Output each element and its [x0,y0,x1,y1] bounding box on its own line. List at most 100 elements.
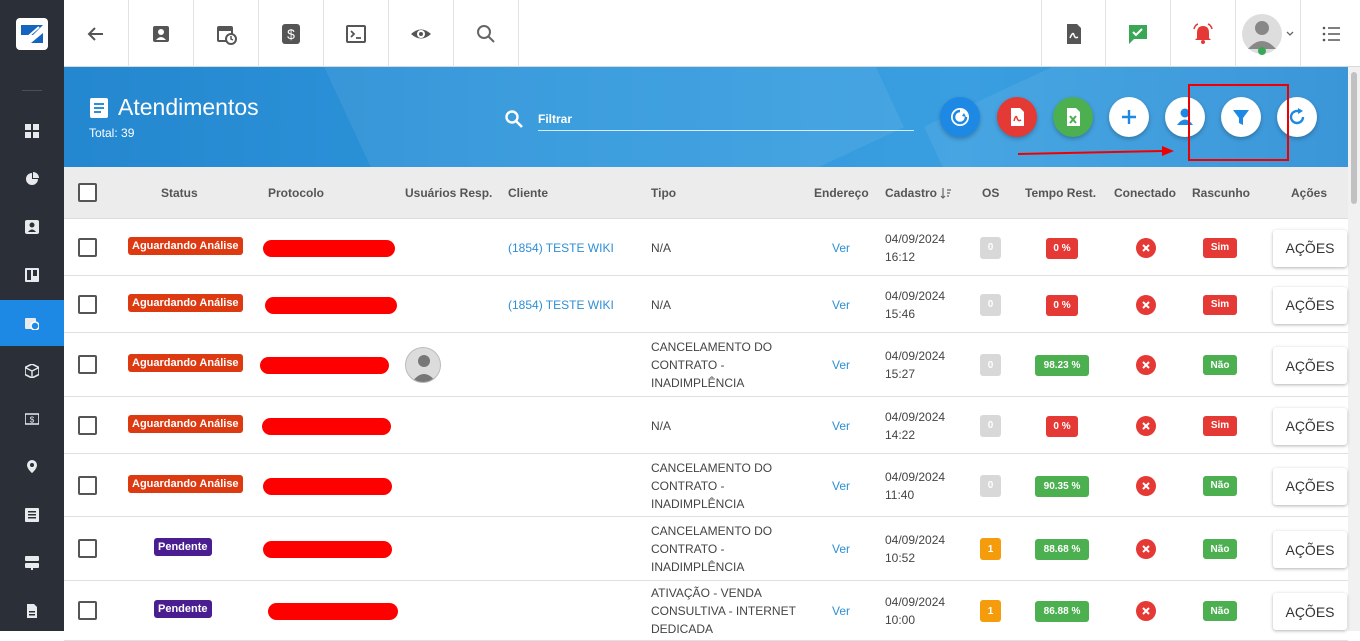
scrollbar-thumb[interactable] [1351,72,1357,204]
column-endereco[interactable]: Endereço [814,186,869,200]
row-checkbox[interactable] [78,475,97,495]
disconnected-icon [1136,475,1156,496]
column-conectado[interactable]: Conectado [1114,186,1176,200]
sidebar-item-products[interactable] [0,348,64,394]
sidebar-item-map[interactable] [0,444,64,490]
actions-button[interactable]: AÇÕES [1273,286,1347,324]
column-tempo-rest[interactable]: Tempo Rest. [1025,186,1096,200]
pdf-button[interactable] [1041,0,1106,67]
sidebar-item-files[interactable] [0,588,64,634]
created-time: 14:22 [885,427,916,442]
eye-icon [411,29,431,38]
sidebar-item-finance[interactable]: $ [0,396,64,442]
column-rascunho[interactable]: Rascunho [1192,186,1250,200]
row-checkbox[interactable] [78,539,97,558]
address-link[interactable]: Ver [832,296,850,314]
notifications-button[interactable] [1171,0,1236,67]
tipo-text: CANCELAMENTO DO [651,460,773,475]
tipo-text: INADIMPLÊNCIA [651,376,745,390]
address-link[interactable]: Ver [832,602,850,620]
table-row[interactable]: Pendente ATIVAÇÃO - VENDA CONSULTIVA - INT… [64,581,1348,641]
sidebar-item-reports[interactable] [0,156,64,202]
sidebar-item-board[interactable] [0,252,64,298]
sidebar-item-dashboard[interactable] [0,108,64,154]
table-row[interactable]: Pendente CANCELAMENTO DO CONTRATO - INADIMP… [64,517,1348,581]
table-row[interactable]: Aguardando Análise (1854) TESTE WIKI N/A Ve… [64,276,1348,333]
client-link[interactable]: (1854) TESTE WIKI [508,239,614,257]
tipo-text: CONTRATO - [651,542,725,556]
row-checkbox[interactable] [78,355,97,374]
schedule-button[interactable] [194,0,259,67]
row-checkbox[interactable] [78,415,97,435]
chat-check-icon [1129,24,1147,44]
column-protocolo[interactable]: Protocolo [268,186,324,200]
sidebar-item-atendimentos[interactable] [0,300,64,346]
column-tipo[interactable]: Tipo [651,186,676,200]
time-remaining-badge: 0 % [1046,294,1078,316]
actions-button[interactable]: AÇÕES [1273,229,1347,267]
sidebar-item-documents[interactable] [0,492,64,538]
row-checkbox[interactable] [78,294,97,314]
address-link[interactable]: Ver [832,239,850,257]
table-row[interactable]: Aguardando Análise N/A Ver 04/09/2024 14:22 0… [64,397,1348,454]
sync-button[interactable] [940,97,980,137]
filter-field [504,107,914,133]
sidebar-item-clients[interactable] [0,204,64,250]
back-button[interactable] [64,0,129,67]
table-row[interactable]: Aguardando Análise CANCELAMENTO DO CONTRAT… [64,454,1348,517]
client-link[interactable]: (1854) TESTE WIKI [508,296,614,314]
tipo-text: INADIMPLÊNCIA [651,496,745,511]
messages-button[interactable] [1106,0,1171,67]
clients-button[interactable] [129,0,194,67]
actions-button[interactable]: AÇÕES [1273,347,1347,384]
terminal-button[interactable] [324,0,389,67]
address-link[interactable]: Ver [832,540,850,558]
tipo-text: N/A [651,418,672,433]
menu-button[interactable] [1301,0,1360,67]
redacted-protocol [262,417,391,435]
view-button[interactable] [389,0,454,67]
export-excel-button[interactable] [1053,97,1093,137]
status-badge: Aguardando Análise [128,414,243,433]
column-cliente[interactable]: Cliente [508,186,548,200]
table-row[interactable]: Aguardando Análise CANCELAMENTO DO CONTRAT… [64,333,1348,397]
created-date: 04/09/2024 [885,595,946,609]
app-logo[interactable] [0,0,64,67]
row-checkbox[interactable] [78,237,97,257]
sidebar-item-network[interactable] [0,540,64,586]
page-title-text: Atendimentos [118,94,259,120]
column-acoes[interactable]: Ações [1291,186,1327,200]
table-row[interactable]: Aguardando Análise (1854) TESTE WIKI N/A Ve… [64,219,1348,276]
terminal-icon [346,24,366,43]
search-button[interactable] [454,0,519,67]
actions-button[interactable]: AÇÕES [1273,593,1347,630]
column-os[interactable]: OS [982,186,999,200]
os-count-badge: 0 [980,354,1001,376]
logo-icon [16,17,48,50]
column-cadastro[interactable]: Cadastro [885,186,952,200]
row-checkbox[interactable] [78,601,97,620]
tipo-text: CONTRATO - [651,478,725,493]
user-menu-button[interactable] [1236,0,1301,67]
address-link[interactable]: Ver [832,477,850,495]
column-usuarios-resp[interactable]: Usuários Resp. [405,186,492,200]
address-link[interactable]: Ver [832,417,850,435]
time-remaining-badge: 0 % [1046,237,1078,259]
export-pdf-button[interactable] [997,97,1037,137]
select-all-checkbox[interactable] [78,183,97,202]
filter-input[interactable] [538,107,914,131]
avatar[interactable] [405,347,441,383]
address-link[interactable]: Ver [832,356,850,374]
menu-list-icon [1322,26,1340,41]
disconnected-icon [1136,539,1156,559]
time-remaining-badge: 86.88 % [1035,601,1089,622]
status-badge: Aguardando Análise [128,354,243,372]
column-status[interactable]: Status [161,186,198,200]
actions-button[interactable]: AÇÕES [1273,467,1347,505]
os-count-badge: 0 [980,236,1001,259]
actions-button[interactable]: AÇÕES [1273,531,1347,568]
actions-button[interactable]: AÇÕES [1273,407,1347,445]
tipo-text: CONTRATO - [651,358,725,372]
add-button[interactable] [1109,97,1149,137]
finance-button[interactable]: $ [259,0,324,67]
